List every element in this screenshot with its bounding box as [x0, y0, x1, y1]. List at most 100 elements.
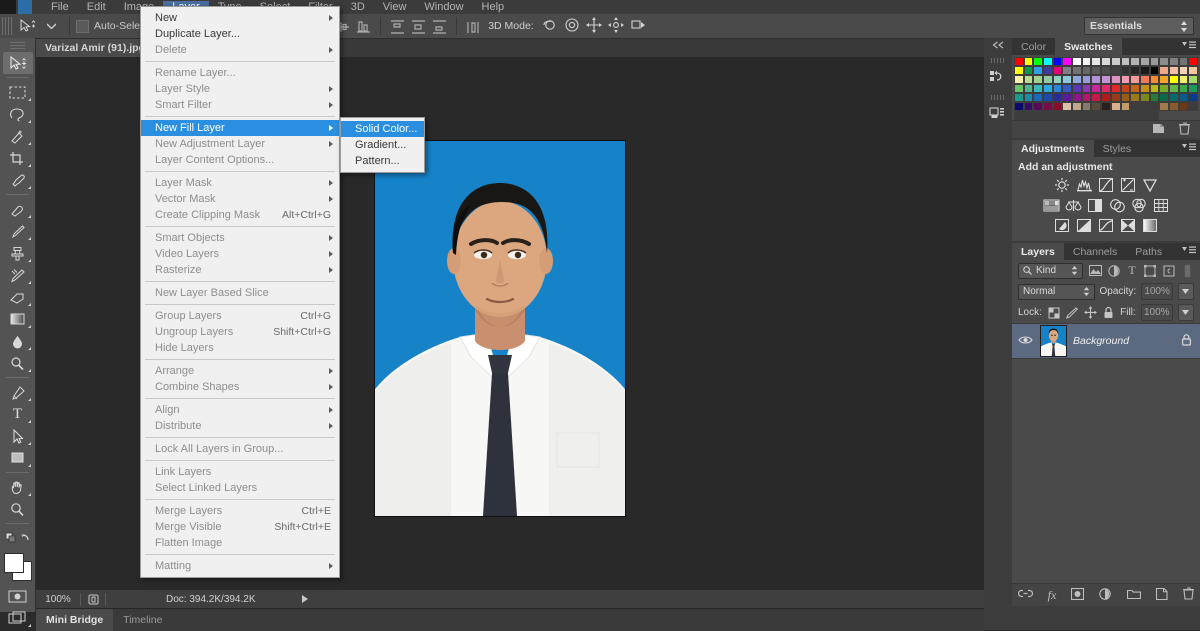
swatch[interactable]	[1149, 102, 1160, 111]
link-layers-icon[interactable]	[1017, 589, 1033, 601]
rectangle-tool[interactable]	[3, 447, 33, 469]
swatch[interactable]	[1091, 57, 1102, 66]
move-tool[interactable]	[2, 52, 33, 74]
swatch[interactable]	[1120, 93, 1131, 102]
pixel-filter-icon[interactable]	[1088, 263, 1102, 278]
pen-tool[interactable]	[3, 381, 33, 403]
menu-item-select-linked-layers[interactable]: Select Linked Layers	[141, 480, 339, 496]
swatch[interactable]	[1178, 93, 1189, 102]
smart-object-filter-icon[interactable]	[1162, 263, 1175, 278]
submenu-item-pattern[interactable]: Pattern...	[341, 153, 424, 169]
swatch[interactable]	[1101, 111, 1111, 120]
swatch[interactable]	[1120, 57, 1131, 66]
swatch[interactable]	[1081, 84, 1092, 93]
swatch[interactable]	[1168, 93, 1179, 102]
swatch[interactable]	[1168, 75, 1179, 84]
swatch[interactable]	[1091, 93, 1102, 102]
swatch[interactable]	[1101, 93, 1111, 102]
clone-stamp-tool[interactable]	[3, 242, 33, 264]
swatch[interactable]	[1033, 111, 1044, 120]
fill-value[interactable]: 100%	[1140, 304, 1173, 321]
options-bar-grip[interactable]	[2, 17, 12, 35]
swatch[interactable]	[1033, 75, 1044, 84]
menu-item-arrange[interactable]: Arrange	[141, 363, 339, 379]
curves-icon[interactable]	[1098, 177, 1115, 193]
swatch[interactable]	[1168, 84, 1179, 93]
layer-style-icon[interactable]: fx	[1048, 588, 1057, 603]
lasso-tool[interactable]	[3, 103, 33, 125]
swatch[interactable]	[1081, 102, 1092, 111]
lock-all-icon[interactable]	[1102, 305, 1115, 320]
menu-item-merge-layers[interactable]: Merge Layers Ctrl+E	[141, 503, 339, 519]
panel-menu-icon[interactable]	[1182, 143, 1196, 155]
eyedropper-tool[interactable]	[3, 169, 33, 191]
menu-item-new-adjustment-layer[interactable]: New Adjustment Layer	[141, 136, 339, 152]
distribute-spacing-icon[interactable]	[466, 20, 481, 33]
swatch[interactable]	[1052, 75, 1063, 84]
swatch[interactable]	[1120, 66, 1131, 75]
swatch[interactable]	[1014, 93, 1024, 102]
swatch[interactable]	[1091, 111, 1102, 120]
swatch[interactable]	[1130, 111, 1140, 120]
delete-layer-icon[interactable]	[1183, 587, 1195, 603]
swatch[interactable]	[1110, 75, 1121, 84]
swatch[interactable]	[1052, 84, 1063, 93]
swatch[interactable]	[1081, 57, 1092, 66]
swatch[interactable]	[1072, 66, 1082, 75]
history-panel-collapsed[interactable]	[984, 58, 1012, 89]
swatch[interactable]	[1072, 57, 1082, 66]
swatch[interactable]	[1139, 75, 1150, 84]
swatch[interactable]	[1081, 75, 1092, 84]
swatch[interactable]	[1139, 84, 1150, 93]
menu-item-ungroup-layers[interactable]: Ungroup Layers Shift+Ctrl+G	[141, 324, 339, 340]
crop-tool[interactable]	[3, 147, 33, 169]
bottom-tab-timeline[interactable]: Timeline	[113, 609, 172, 631]
lock-position-icon[interactable]	[1083, 305, 1097, 320]
swatch[interactable]	[1110, 93, 1121, 102]
menubar-item-help[interactable]: Help	[473, 1, 514, 14]
menu-item-distribute[interactable]: Distribute	[141, 418, 339, 434]
swatch[interactable]	[1023, 75, 1034, 84]
swatch[interactable]	[1052, 57, 1063, 66]
swatch[interactable]	[1130, 93, 1140, 102]
panel-tab-layers[interactable]: Layers	[1012, 243, 1064, 260]
submenu-item-gradient[interactable]: Gradient...	[341, 137, 424, 153]
color-lookup-icon[interactable]	[1153, 197, 1170, 213]
history-brush-tool[interactable]	[3, 264, 33, 286]
swatch[interactable]	[1149, 93, 1160, 102]
invert-icon[interactable]	[1054, 217, 1071, 233]
swatch[interactable]	[1091, 66, 1102, 75]
filter-toggle-switch[interactable]	[1181, 263, 1194, 278]
menu-item-new-fill-layer[interactable]: New Fill Layer	[141, 120, 339, 136]
swatch[interactable]	[1014, 84, 1024, 93]
swatch[interactable]	[1149, 66, 1160, 75]
menu-item-layer-style[interactable]: Layer Style	[141, 81, 339, 97]
pan-3d-object-icon[interactable]	[585, 16, 602, 36]
collapse-panels-button[interactable]	[984, 38, 1012, 52]
zoom-tool[interactable]	[3, 498, 33, 520]
swatch[interactable]	[1043, 66, 1053, 75]
layer-mask-icon[interactable]	[1071, 587, 1085, 603]
menu-item-hide-layers[interactable]: Hide Layers	[141, 340, 339, 356]
properties-panel-collapsed[interactable]	[984, 95, 1012, 126]
swatch[interactable]	[1023, 57, 1034, 66]
swatch[interactable]	[1168, 102, 1179, 111]
swatch[interactable]	[1091, 75, 1102, 84]
menubar-item-window[interactable]: Window	[415, 1, 472, 14]
distribute-vertical-centers-icon[interactable]	[411, 19, 426, 34]
swatch[interactable]	[1130, 66, 1140, 75]
swatch[interactable]	[1149, 57, 1160, 66]
layer-filter-kind-dropdown[interactable]: Kind	[1018, 262, 1084, 279]
swatch[interactable]	[1149, 111, 1160, 120]
panel-menu-icon[interactable]	[1182, 41, 1196, 53]
adjustment-filter-icon[interactable]	[1107, 263, 1120, 278]
menu-item-delete[interactable]: Delete	[141, 42, 339, 58]
swatch[interactable]	[1043, 93, 1053, 102]
black-and-white-icon[interactable]	[1087, 197, 1104, 213]
swatch[interactable]	[1120, 111, 1131, 120]
swatch[interactable]	[1062, 84, 1073, 93]
menu-item-layer-mask[interactable]: Layer Mask	[141, 175, 339, 191]
fill-slider-button[interactable]	[1177, 304, 1194, 321]
swatch[interactable]	[1188, 84, 1198, 93]
swatch[interactable]	[1033, 93, 1044, 102]
